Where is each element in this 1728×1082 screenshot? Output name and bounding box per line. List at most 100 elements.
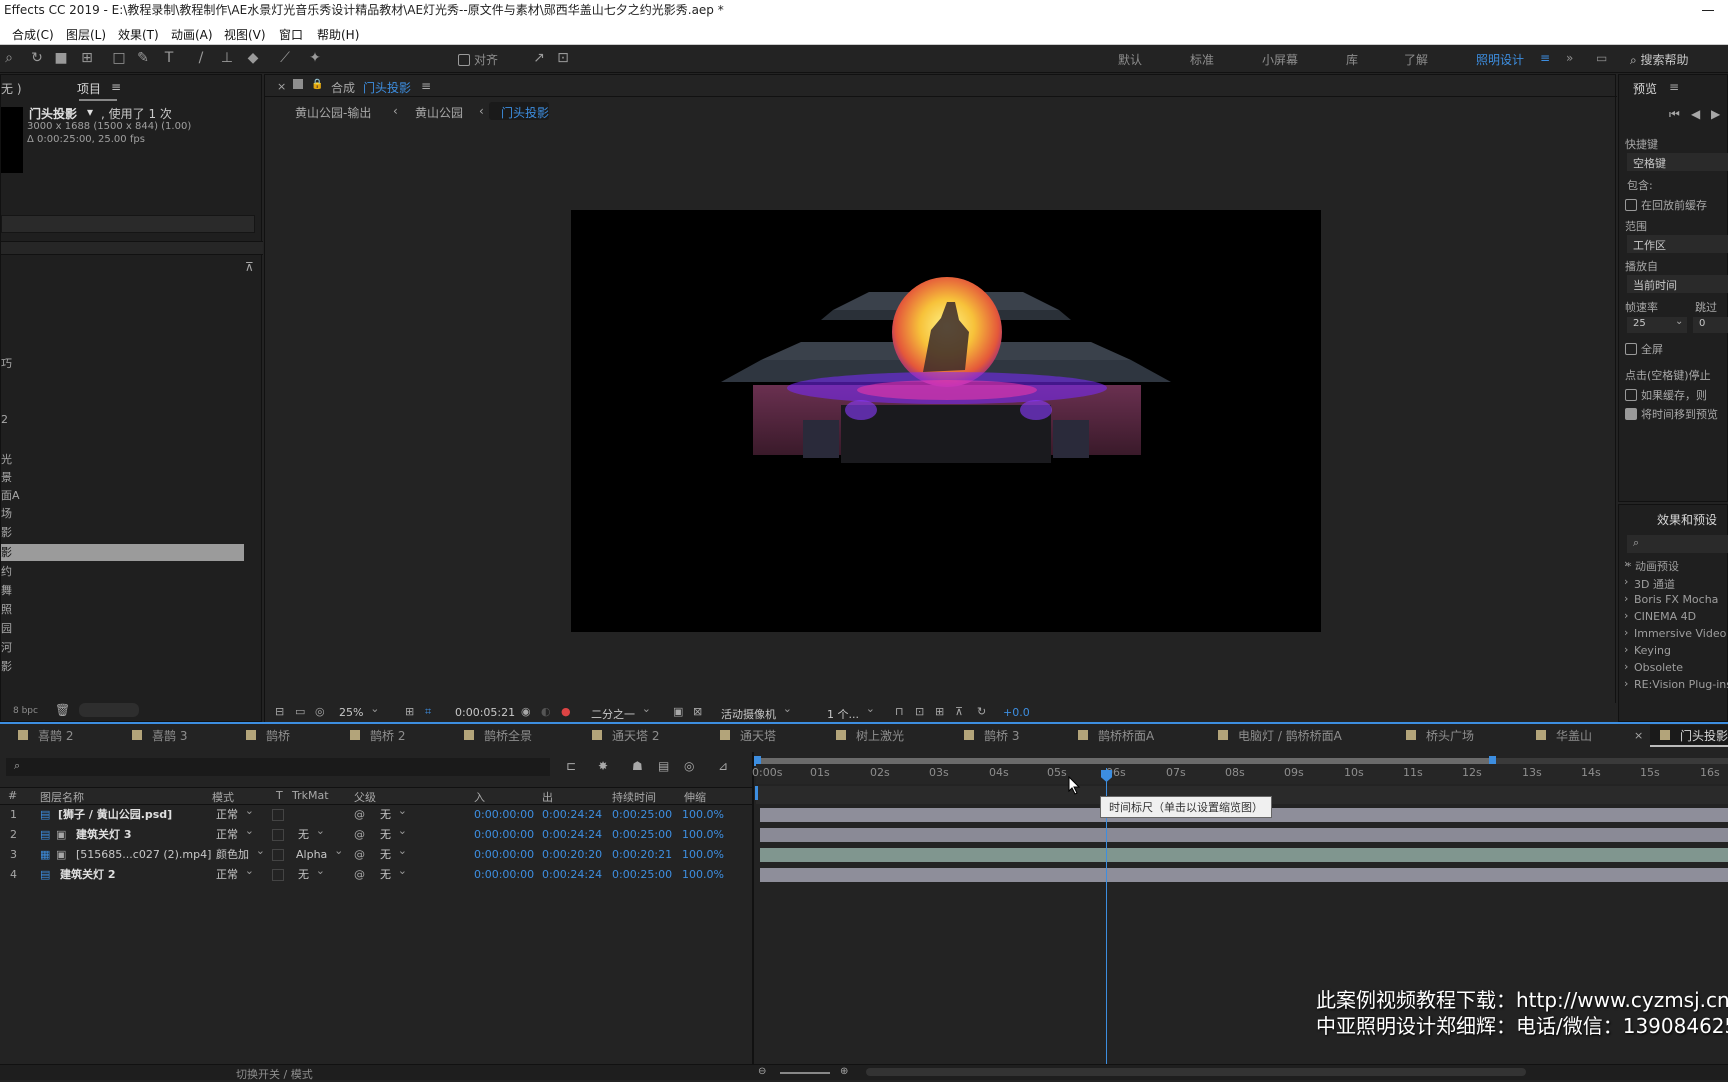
tab-comp[interactable]: 树上激光 <box>836 727 904 744</box>
monitor-icon[interactable]: ▭ <box>295 705 305 718</box>
comp-tab-name[interactable]: 门头投影 <box>363 79 411 96</box>
out-point[interactable]: 0:00:24:24 <box>542 825 602 845</box>
layer-track-bar[interactable] <box>760 848 1728 862</box>
col-stretch[interactable]: 伸缩 <box>684 789 706 805</box>
fullscreen-checkbox[interactable]: 全屏 <box>1625 341 1663 357</box>
close-tab-icon[interactable]: × <box>1634 729 1643 742</box>
tab-comp[interactable]: 桥头广场 <box>1406 727 1474 744</box>
preserve-transparency-toggle[interactable] <box>272 869 284 881</box>
list-item[interactable]: 舞 <box>1 582 12 598</box>
trkmat-select[interactable]: 无 <box>298 861 325 885</box>
project-tab[interactable]: 项目 <box>77 80 101 97</box>
in-point[interactable]: 0:00:00:00 <box>474 865 534 885</box>
stretch[interactable]: 100.0% <box>682 865 724 885</box>
trash-icon[interactable]: 🗑 <box>55 703 70 717</box>
tab-comp[interactable]: 鹊桥全景 <box>464 727 532 744</box>
exposure-value[interactable]: +0.0 <box>1003 706 1030 719</box>
move-time-checkbox[interactable]: 将时间移到预览 <box>1625 406 1718 422</box>
minimize-icon[interactable] <box>1702 0 1716 22</box>
stretch[interactable]: 100.0% <box>682 825 724 845</box>
fit-icon[interactable]: ⊞ <box>405 705 414 718</box>
effects-item[interactable]: Obsolete <box>1634 661 1683 674</box>
table-row[interactable]: 4 ▤ 建筑关灯 2 正常 无 @ 无 0:00:00:00 0:00:24:2… <box>0 861 752 885</box>
prev-frame-icon[interactable]: ◀ <box>1691 107 1700 121</box>
project-search-input[interactable] <box>1 215 255 233</box>
in-point[interactable]: 0:00:00:00 <box>474 845 534 865</box>
out-point[interactable]: 0:00:24:24 <box>542 865 602 885</box>
effects-item[interactable]: RE:Vision Plug-ins <box>1634 678 1728 691</box>
transparency-grid-icon[interactable]: ⊠ <box>693 705 702 718</box>
motion-blur-icon[interactable]: ◎ <box>684 759 694 773</box>
list-item[interactable]: 影 <box>1 658 12 674</box>
in-point[interactable]: 0:00:00:00 <box>474 805 534 825</box>
list-item[interactable]: 2 <box>1 413 8 426</box>
effects-item[interactable]: Keying <box>1634 644 1671 657</box>
camera-tool-icon[interactable]: ■ <box>52 49 70 67</box>
col-trkmat[interactable]: TrkMat <box>292 789 329 802</box>
layer-track-bar[interactable] <box>760 868 1728 882</box>
in-point[interactable]: 0:00:00:00 <box>474 825 534 845</box>
effects-title[interactable]: 效果和预设 <box>1657 511 1717 528</box>
project-scrollbar[interactable] <box>79 703 139 717</box>
effects-item[interactable]: Immersive Video <box>1634 627 1726 640</box>
list-item[interactable]: 场 <box>1 505 12 521</box>
reset-exposure-icon[interactable]: ↻ <box>977 705 986 718</box>
zoom-out-icon[interactable]: ⊖ <box>758 1066 766 1077</box>
preview-title[interactable]: 预览 <box>1633 80 1657 97</box>
tab-comp[interactable]: 喜鹊 2 <box>18 727 73 744</box>
menu-help[interactable]: 帮助(H) <box>317 26 359 43</box>
views-select[interactable]: 1 个... <box>827 702 875 722</box>
snap-options-icon[interactable]: ⊡ <box>554 49 572 67</box>
timeline-icon[interactable]: ⊞ <box>935 705 944 718</box>
list-item[interactable]: 园 <box>1 620 12 636</box>
list-item[interactable]: 影 <box>1 524 12 540</box>
col-mode[interactable]: 模式 <box>212 789 234 805</box>
more-workspaces-icon[interactable]: » <box>1566 51 1573 65</box>
menu-effect[interactable]: 效果(T) <box>118 26 159 43</box>
workspace-lighting-design[interactable]: 照明设计 <box>1476 51 1524 68</box>
vr-icon[interactable]: ◎ <box>315 705 325 718</box>
tab-comp[interactable]: 电脑灯 / 鹊桥桥面A <box>1218 727 1342 744</box>
menu-composition[interactable]: 合成(C) <box>12 26 54 43</box>
col-out[interactable]: 出 <box>542 789 553 805</box>
range-select[interactable]: 工作区 <box>1633 237 1666 253</box>
toggle-pixel-aspect-icon[interactable]: ⊓ <box>895 705 904 718</box>
mode-select[interactable]: 正常 <box>216 821 254 845</box>
stretch[interactable]: 100.0% <box>682 845 724 865</box>
tab-comp[interactable]: 鹊桥 3 <box>964 727 1019 744</box>
pickwhip-icon[interactable]: @ <box>354 845 365 865</box>
fps-select[interactable]: 25 <box>1633 318 1646 329</box>
left-panel-tab[interactable]: 无 ) <box>1 80 22 97</box>
keyboard-icon[interactable]: ▭ <box>1596 51 1607 65</box>
roto-brush-tool-icon[interactable]: ⟋ <box>276 49 294 67</box>
snap-icon[interactable]: ↗ <box>530 49 548 67</box>
comp-viewer-canvas[interactable] <box>571 210 1321 632</box>
tab-comp[interactable]: 通天塔 2 <box>592 727 659 744</box>
zoom-in-icon[interactable]: ⊕ <box>840 1066 848 1077</box>
layer-name[interactable]: 建筑关灯 3 <box>76 825 131 845</box>
first-frame-icon[interactable]: ⏮ <box>1669 107 1680 122</box>
effects-item[interactable]: * 动画预设 <box>1626 558 1679 574</box>
workspace-libraries[interactable]: 库 <box>1346 51 1358 68</box>
shy-layers-icon[interactable]: ☗ <box>632 759 643 773</box>
preview-menu-icon[interactable]: ≡ <box>1669 80 1679 94</box>
mode-select[interactable]: 正常 <box>216 801 254 825</box>
rectangle-tool-icon[interactable]: □ <box>110 49 128 67</box>
if-cache-checkbox[interactable]: 如果缓存，则 <box>1625 387 1707 403</box>
shortcut-select[interactable]: 空格键 <box>1633 155 1666 171</box>
region-of-interest-icon[interactable]: ▣ <box>673 705 683 718</box>
tab-comp[interactable]: 喜鹊 3 <box>132 727 187 744</box>
preserve-transparency-toggle[interactable] <box>272 829 284 841</box>
flowchart-icon[interactable]: ⊼ <box>245 260 254 274</box>
graph-editor-icon[interactable]: ⊿ <box>718 759 728 773</box>
search-help[interactable]: ⌕ 搜索帮助 <box>1630 51 1689 68</box>
pen-tool-icon[interactable]: ✎ <box>134 49 152 67</box>
skip-select[interactable]: 0 <box>1699 318 1705 329</box>
resolution-select[interactable]: 二分之一 <box>591 702 651 722</box>
comp-menu-icon[interactable]: ≡ <box>421 79 431 93</box>
list-item[interactable]: 约 <box>1 563 12 579</box>
rotate-tool-icon[interactable]: ↻ <box>28 49 46 67</box>
mode-select[interactable]: 正常 <box>216 861 254 885</box>
table-row[interactable]: 1 ▤ [狮子 / 黄山公园.psd] 正常 @ 无 0:00:00:00 0:… <box>0 801 752 825</box>
timeline-scrollbar[interactable] <box>866 1068 1526 1076</box>
